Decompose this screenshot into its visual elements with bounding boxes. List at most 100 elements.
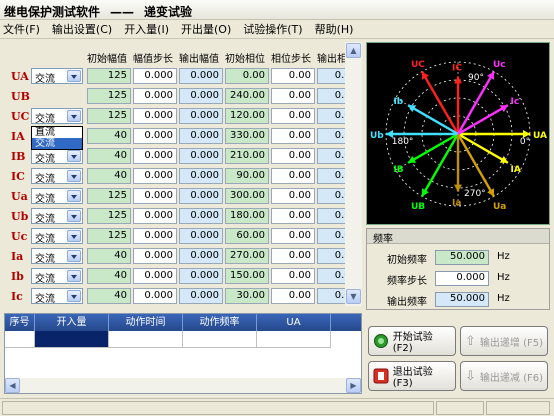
channel-type-select[interactable]: 交流 <box>31 108 83 125</box>
cell-init-phase[interactable]: 330.00 <box>225 128 269 144</box>
cell-init-amp[interactable]: 125 <box>87 68 131 84</box>
cell-init-amp[interactable]: 40 <box>87 248 131 264</box>
cell-init-amp[interactable]: 40 <box>87 168 131 184</box>
exit-icon <box>373 368 389 384</box>
cell-init-phase[interactable]: 240.00 <box>225 88 269 104</box>
th-index: 序号 <box>5 314 35 331</box>
chevron-down-icon[interactable] <box>67 250 81 262</box>
cell-amp-step[interactable]: 0.000 <box>133 268 177 284</box>
chevron-down-icon[interactable] <box>67 150 81 162</box>
table-horizontal-scrollbar[interactable]: ◀ ▶ <box>5 378 361 393</box>
cell-phase-step[interactable]: 0.00 <box>271 108 315 124</box>
cell-amp-step[interactable]: 0.000 <box>133 88 177 104</box>
scroll-left-icon[interactable]: ◀ <box>5 378 20 393</box>
menu-test-operation[interactable]: 试验操作(T) <box>243 21 302 37</box>
cell-phase-step[interactable]: 0.00 <box>271 148 315 164</box>
cell-init-amp[interactable]: 125 <box>87 208 131 224</box>
type-dropdown-list[interactable]: 直流 交流 <box>31 126 83 150</box>
cell-init-amp[interactable]: 125 <box>87 228 131 244</box>
chevron-down-icon[interactable] <box>67 70 81 82</box>
cell-init-phase[interactable]: 300.00 <box>225 188 269 204</box>
chevron-down-icon[interactable] <box>67 170 81 182</box>
channel-type-select[interactable]: 交流 <box>31 168 83 185</box>
table-cell[interactable] <box>109 331 183 348</box>
cell-phase-step[interactable]: 0.00 <box>271 208 315 224</box>
menu-binary-input[interactable]: 开入量(I) <box>124 21 169 37</box>
exit-test-button[interactable]: 退出试验 (F3) <box>368 361 456 391</box>
cell-phase-step[interactable]: 0.00 <box>271 288 315 304</box>
scroll-up-icon[interactable]: ▲ <box>346 43 361 58</box>
cell-amp-step[interactable]: 0.000 <box>133 108 177 124</box>
cell-phase-step[interactable]: 0.00 <box>271 188 315 204</box>
chevron-down-icon[interactable] <box>67 230 81 242</box>
start-test-button[interactable]: 开始试验 (F2) <box>368 326 456 356</box>
dropdown-option-dc[interactable]: 直流 <box>32 127 82 138</box>
cell-amp-step[interactable]: 0.000 <box>133 228 177 244</box>
cell-phase-step[interactable]: 0.00 <box>271 168 315 184</box>
cell-init-phase[interactable]: 210.00 <box>225 148 269 164</box>
cell-init-phase[interactable]: 180.00 <box>225 208 269 224</box>
freq-step-input[interactable]: 0.000 <box>435 271 489 286</box>
dropdown-option-ac[interactable]: 交流 <box>32 138 82 149</box>
cell-amp-step[interactable]: 0.000 <box>133 248 177 264</box>
channel-type-select[interactable]: 交流 <box>31 248 83 265</box>
init-freq-input[interactable]: 50.000 <box>435 250 489 265</box>
cell-phase-step[interactable]: 0.00 <box>271 228 315 244</box>
table-cell[interactable] <box>5 331 35 348</box>
channel-type-select[interactable]: 交流 <box>31 268 83 285</box>
th-ua: UA <box>257 314 331 331</box>
cell-init-phase[interactable]: 270.00 <box>225 248 269 264</box>
menu-help[interactable]: 帮助(H) <box>315 21 354 37</box>
chevron-down-icon[interactable] <box>67 290 81 302</box>
cell-init-phase[interactable]: 150.00 <box>225 268 269 284</box>
menu-output-settings[interactable]: 输出设置(C) <box>52 21 112 37</box>
cell-init-amp[interactable]: 40 <box>87 128 131 144</box>
cell-phase-step[interactable]: 0.00 <box>271 248 315 264</box>
channel-type-select[interactable]: 交流 <box>31 148 83 165</box>
cell-init-phase[interactable]: 0.00 <box>225 68 269 84</box>
chevron-down-icon[interactable] <box>67 190 81 202</box>
menu-binary-output[interactable]: 开出量(O) <box>181 21 231 37</box>
cell-amp-step[interactable]: 0.000 <box>133 208 177 224</box>
table-cell-selected[interactable] <box>35 331 109 348</box>
cell-amp-step[interactable]: 0.000 <box>133 188 177 204</box>
cell-init-amp[interactable]: 125 <box>87 188 131 204</box>
channel-type-select[interactable]: 交流 <box>31 68 83 85</box>
scroll-right-icon[interactable]: ▶ <box>346 378 361 393</box>
cell-init-amp[interactable]: 125 <box>87 88 131 104</box>
table-cell[interactable] <box>183 331 257 348</box>
cell-amp-step[interactable]: 0.000 <box>133 128 177 144</box>
output-increase-button[interactable]: ⇧ 输出递增 (F5) <box>460 326 548 356</box>
chevron-down-icon[interactable] <box>67 210 81 222</box>
phasor-angle-label: 270° <box>464 189 486 199</box>
scroll-down-icon[interactable]: ▼ <box>346 289 361 304</box>
cell-init-phase[interactable]: 120.00 <box>225 108 269 124</box>
cell-phase-step[interactable]: 0.00 <box>271 268 315 284</box>
output-decrease-button[interactable]: ⇩ 输出递减 (F6) <box>460 361 548 391</box>
table-cell[interactable] <box>257 331 331 348</box>
cell-amp-step[interactable]: 0.000 <box>133 68 177 84</box>
cell-init-phase[interactable]: 60.00 <box>225 228 269 244</box>
cell-phase-step[interactable]: 0.00 <box>271 128 315 144</box>
out-freq-display: 50.000 <box>435 292 489 307</box>
cell-amp-step[interactable]: 0.000 <box>133 168 177 184</box>
grid-vertical-scrollbar[interactable]: ▲ ▼ <box>345 42 362 306</box>
cell-out-amp: 0.000 <box>179 208 223 224</box>
cell-init-amp[interactable]: 125 <box>87 108 131 124</box>
cell-init-phase[interactable]: 90.00 <box>225 168 269 184</box>
cell-init-amp[interactable]: 40 <box>87 288 131 304</box>
cell-phase-step[interactable]: 0.00 <box>271 68 315 84</box>
menu-file[interactable]: 文件(F) <box>3 21 40 37</box>
channel-type-select[interactable]: 交流 <box>31 288 83 305</box>
cell-init-amp[interactable]: 40 <box>87 268 131 284</box>
cell-init-amp[interactable]: 40 <box>87 148 131 164</box>
cell-phase-step[interactable]: 0.00 <box>271 88 315 104</box>
chevron-down-icon[interactable] <box>67 270 81 282</box>
channel-type-select[interactable]: 交流 <box>31 188 83 205</box>
cell-amp-step[interactable]: 0.000 <box>133 288 177 304</box>
channel-type-select[interactable]: 交流 <box>31 228 83 245</box>
channel-type-select[interactable]: 交流 <box>31 208 83 225</box>
cell-init-phase[interactable]: 30.00 <box>225 288 269 304</box>
cell-amp-step[interactable]: 0.000 <box>133 148 177 164</box>
chevron-down-icon[interactable] <box>67 110 81 122</box>
